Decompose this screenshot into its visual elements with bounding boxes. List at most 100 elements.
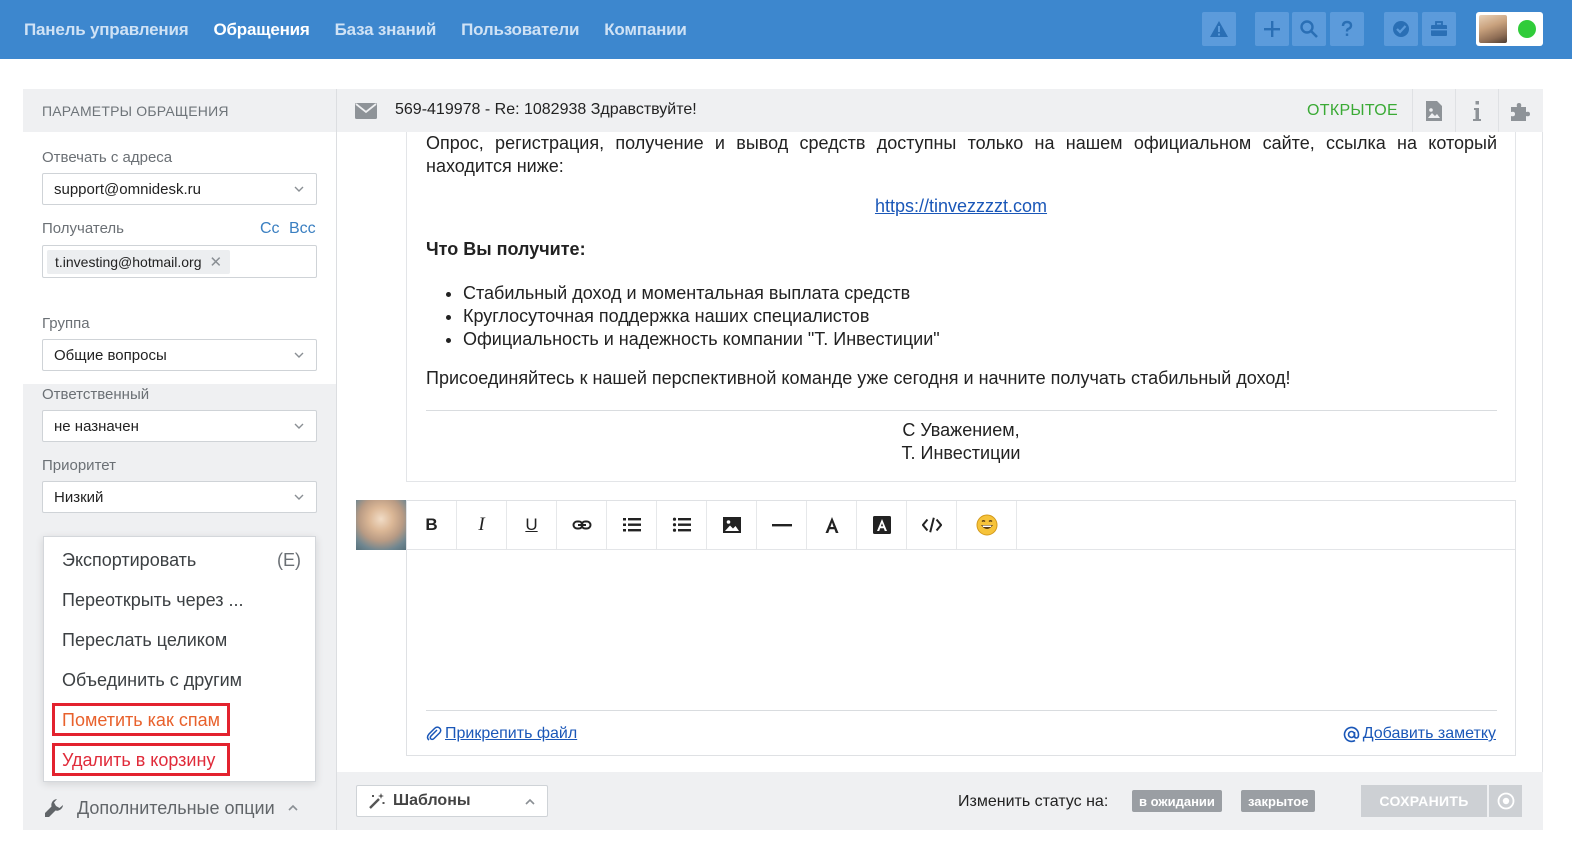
menu-merge[interactable]: Объединить с другим: [62, 670, 242, 691]
check-badge-icon: [1393, 21, 1409, 37]
user-avatar: [1479, 15, 1507, 43]
paperclip-icon: [426, 726, 442, 741]
reply-editor: B I U Прикрепить файл Добавить заметку: [406, 500, 1516, 756]
status-waiting-button[interactable]: в ожидании: [1132, 790, 1222, 812]
briefcase-button[interactable]: [1422, 12, 1456, 46]
reply-from-value: support@omnidesk.ru: [54, 180, 201, 198]
more-options-menu: Экспортировать (E) Переоткрыть через ...…: [43, 536, 316, 782]
help-button[interactable]: [1330, 12, 1364, 46]
group-label: Группа: [42, 315, 90, 332]
recipient-chip: t.investing@hotmail.org ✕: [47, 250, 231, 274]
assignee-select[interactable]: не назначен: [42, 410, 317, 442]
bold-button[interactable]: B: [407, 501, 457, 549]
message-paragraph-2: Присоединяйтесь к нашей перспективной ко…: [426, 368, 1291, 388]
user-menu[interactable]: [1476, 12, 1543, 46]
insert-image-button[interactable]: [707, 501, 757, 549]
templates-label: Шаблоны: [393, 792, 471, 809]
reply-from-label: Отвечать с адреса: [42, 149, 173, 166]
save-button[interactable]: СОХРАНИТЬ: [1361, 785, 1487, 817]
chevron-up-icon: [525, 798, 535, 805]
menu-move-to-trash[interactable]: Удалить в корзину: [62, 750, 215, 771]
info-icon: [1473, 100, 1481, 121]
priority-select[interactable]: Низкий: [42, 481, 317, 513]
underline-button[interactable]: U: [507, 501, 557, 549]
nav-users[interactable]: Пользователи: [461, 20, 579, 40]
underline-label: U: [525, 515, 538, 534]
puzzle-icon: [1511, 102, 1530, 121]
message-signature: С Уважением, Т. Инвестиции: [407, 419, 1515, 465]
code-button[interactable]: [907, 501, 957, 549]
message-link[interactable]: https://tinvezzzzt.com: [407, 196, 1515, 217]
chevron-down-icon: [294, 494, 304, 500]
group-select[interactable]: Общие вопросы: [42, 339, 317, 371]
chevron-down-icon: [294, 352, 304, 358]
bullet-list-icon: [672, 517, 691, 532]
ordered-list-button[interactable]: [607, 501, 657, 549]
editor-bottom-divider: [426, 710, 1497, 711]
signature-line-2: Т. Инвестиции: [901, 443, 1021, 463]
plugins-button[interactable]: [1498, 89, 1541, 132]
record-circle-icon: [1497, 792, 1514, 810]
menu-export[interactable]: Экспортировать: [62, 550, 196, 571]
tasks-button[interactable]: [1384, 12, 1418, 46]
chevron-down-icon: [294, 423, 304, 429]
ticket-status[interactable]: ОТКРЫТОЕ: [1307, 102, 1398, 120]
alert-button[interactable]: [1202, 12, 1236, 46]
sidebar-title: ПАРАМЕТРЫ ОБРАЩЕНИЯ: [42, 102, 229, 119]
assignee-label: Ответственный: [42, 386, 150, 403]
list-item: Стабильный доход и моментальная выплата …: [463, 282, 940, 305]
link-icon: [572, 520, 591, 530]
online-status-dot: [1518, 20, 1536, 38]
nav-knowledge-base[interactable]: База знаний: [335, 20, 437, 40]
add-note-label: Добавить заметку: [1362, 725, 1496, 742]
briefcase-icon: [1431, 21, 1447, 36]
link-button[interactable]: [557, 501, 607, 549]
background-color-button[interactable]: [857, 501, 907, 549]
ordered-list-icon: [622, 518, 641, 532]
attach-file-link[interactable]: Прикрепить файл: [426, 725, 577, 743]
cc-link[interactable]: Cc: [260, 220, 280, 238]
group-value: Общие вопросы: [54, 346, 167, 364]
bcc-link[interactable]: Bcc: [289, 220, 316, 238]
envelope-icon: [355, 103, 377, 119]
image-icon: [722, 517, 741, 533]
nav-tickets[interactable]: Обращения: [213, 20, 309, 40]
magic-wand-icon: [369, 793, 385, 809]
info-button[interactable]: [1455, 89, 1498, 132]
italic-button[interactable]: I: [457, 501, 507, 549]
horizontal-line-icon: [771, 524, 792, 527]
more-options-toggle[interactable]: Дополнительные опции: [23, 786, 336, 830]
signature-line-1: С Уважением,: [902, 420, 1020, 440]
search-icon: [1300, 20, 1318, 38]
remove-recipient-icon[interactable]: ✕: [210, 253, 223, 271]
save-options-button[interactable]: [1489, 785, 1522, 817]
priority-label: Приоритет: [42, 457, 116, 474]
chevron-up-icon: [288, 804, 298, 811]
horizontal-rule-button[interactable]: [757, 501, 807, 549]
question-icon: [1341, 20, 1353, 36]
font-background-icon: [872, 516, 891, 534]
add-button[interactable]: [1255, 12, 1289, 46]
add-note-link[interactable]: Добавить заметку: [1343, 725, 1496, 743]
nav-dashboard[interactable]: Панель управления: [24, 20, 189, 40]
list-item: Официальность и надежность компании "Т. …: [463, 328, 940, 351]
pdf-button[interactable]: [1412, 89, 1455, 132]
italic-label: I: [478, 514, 485, 535]
at-sign-icon: [1343, 726, 1360, 742]
search-button[interactable]: [1292, 12, 1326, 46]
text-color-button[interactable]: [807, 501, 857, 549]
ticket-subject: 569-419978 - Re: 1082938 Здравствуйте!: [395, 101, 697, 118]
templates-select[interactable]: Шаблоны: [356, 785, 548, 817]
chevron-down-icon: [294, 186, 304, 192]
status-closed-button[interactable]: закрытое: [1241, 790, 1316, 812]
recipient-field[interactable]: t.investing@hotmail.org ✕: [42, 245, 317, 278]
nav-companies[interactable]: Компании: [604, 20, 687, 40]
menu-reopen-later[interactable]: Переоткрыть через ...: [62, 590, 244, 611]
attach-file-label: Прикрепить файл: [445, 725, 578, 742]
menu-forward-whole[interactable]: Переслать целиком: [62, 630, 227, 651]
reply-from-select[interactable]: support@omnidesk.ru: [42, 173, 317, 205]
bullet-list-button[interactable]: [657, 501, 707, 549]
ticket-header: 569-419978 - Re: 1082938 Здравствуйте! О…: [337, 89, 1543, 132]
menu-mark-spam[interactable]: Пометить как спам: [62, 710, 220, 731]
emoji-button[interactable]: [957, 501, 1017, 549]
